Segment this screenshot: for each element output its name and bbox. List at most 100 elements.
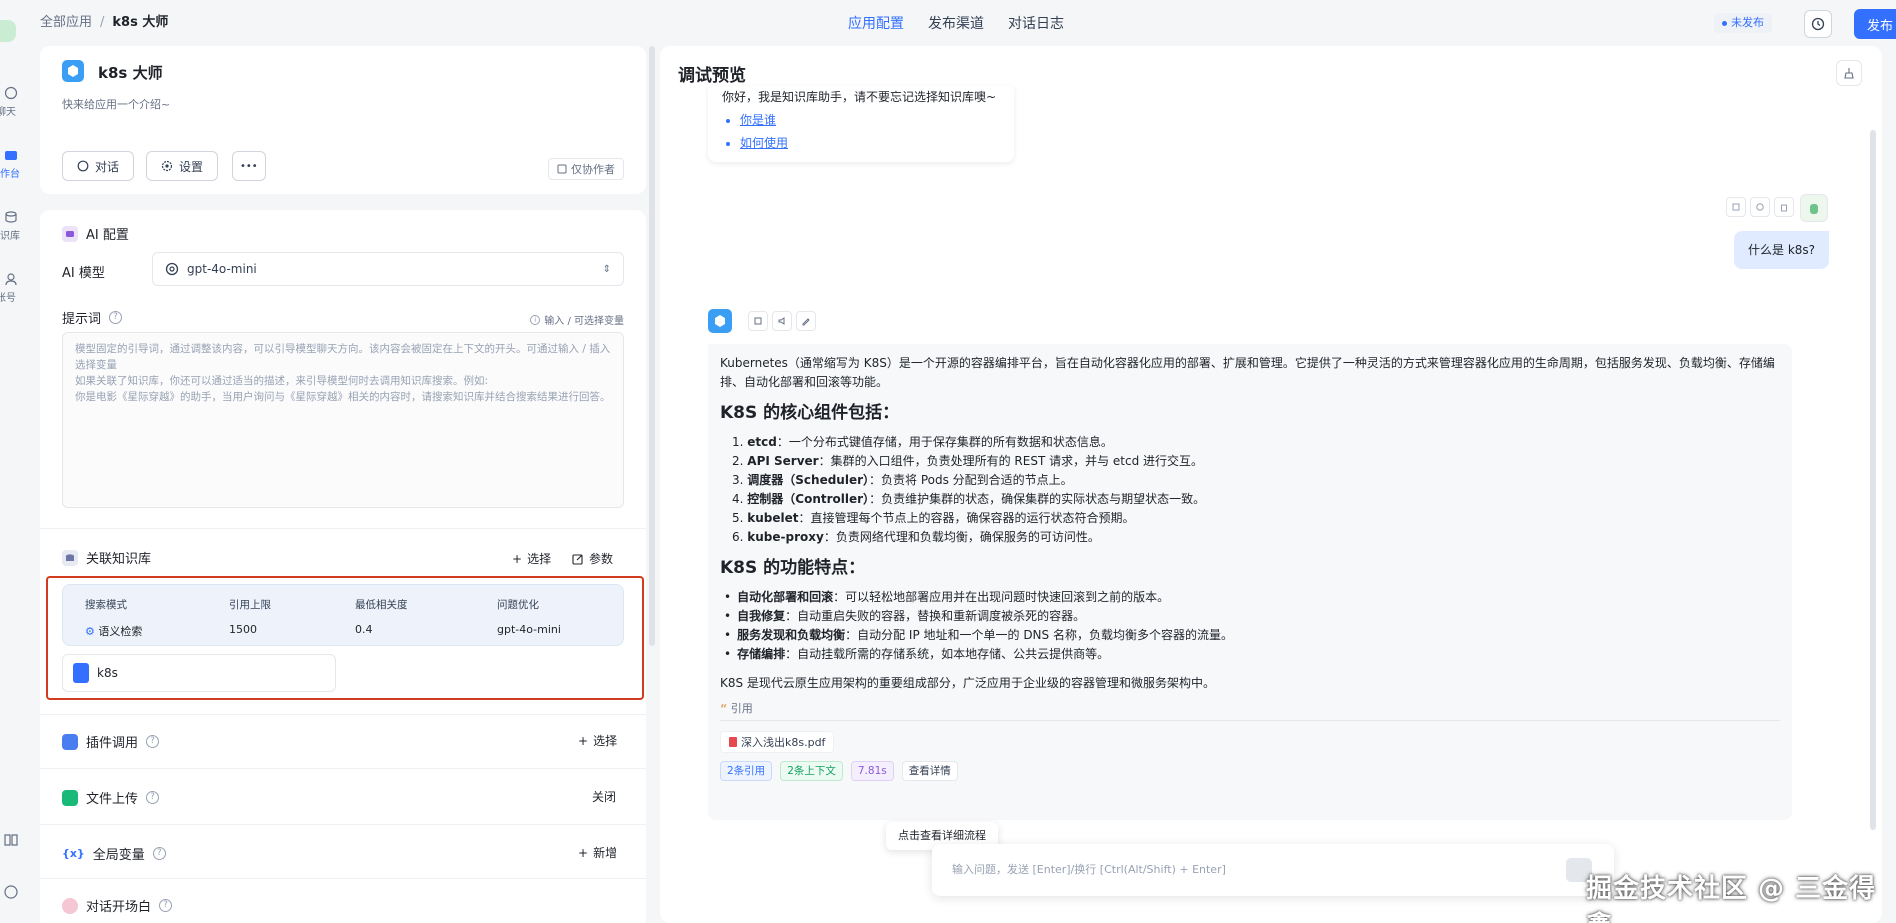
publish-button[interactable]: 发布 — [1854, 9, 1896, 39]
tab-chat-logs[interactable]: 对话日志 — [1008, 13, 1064, 33]
rail-item-knowledge[interactable]: 知识库 — [0, 210, 22, 242]
robot-icon — [5, 151, 17, 160]
welcome-link[interactable]: 你是谁 — [740, 109, 1000, 132]
rail-item-workbench[interactable]: 工作台 — [0, 148, 22, 180]
list-item: 6. kube-proxy：负责网络代理和负载均衡，确保服务的可访问性。 — [732, 528, 1780, 547]
opening-header: 对话开场白 ? — [62, 896, 173, 915]
dataset-item[interactable]: k8s — [62, 654, 336, 692]
citation-header: “ 引用 — [720, 699, 1780, 718]
table-header: 最低相关度 — [355, 599, 408, 611]
list-item: 服务发现和负载均衡：自动分配 IP 地址和一个单一的 DNS 名称，负载均衡多个… — [732, 626, 1780, 645]
broom-icon — [1844, 68, 1854, 79]
delete-icon[interactable] — [1774, 197, 1794, 217]
rail-item-account[interactable]: 账号 — [0, 272, 22, 304]
help-icon[interactable]: ? — [146, 791, 160, 804]
history-button[interactable] — [1804, 10, 1832, 38]
breadcrumb-root[interactable]: 全部应用 — [40, 15, 92, 30]
robot-section-icon — [62, 225, 78, 242]
copy-icon[interactable] — [1726, 197, 1746, 217]
welcome-link[interactable]: 如何使用 — [740, 132, 1000, 155]
edit-icon — [572, 553, 583, 565]
more-button[interactable]: ••• — [232, 151, 266, 181]
github-icon — [4, 885, 18, 899]
list-item: 2. API Server：集群的入口组件，负责处理所有的 REST 请求，并与… — [732, 452, 1780, 471]
user-icon — [5, 273, 17, 286]
duration-tag[interactable]: 7.81s — [850, 761, 894, 781]
variable-hint-text: 输入 / 可选择变量 — [544, 316, 624, 327]
divider — [40, 878, 646, 879]
updown-caret-icon: ⇕ — [602, 263, 611, 275]
welcome-message: 你好，我是知识库助手，请不要忘记选择知识库噢~ 你是谁 如何使用 — [708, 86, 1014, 162]
model-value: gpt-4o-mini — [187, 262, 257, 276]
list-term: 存储编排 — [737, 647, 786, 661]
knowledge-select-button[interactable]: + 选择 — [512, 550, 551, 567]
speaker-icon[interactable] — [772, 311, 792, 331]
app-description[interactable]: 快来给应用一个介绍~ — [62, 96, 170, 112]
ai-config-header: AI 配置 — [62, 224, 129, 243]
list-item: 自我修复：自动重启失败的容器，替换和重新调度被杀死的容器。 — [732, 607, 1780, 626]
chat-input[interactable]: 输入问题，发送 [Enter]/换行 [Ctrl(Alt/Shift) + En… — [932, 844, 1614, 896]
info-icon: i — [530, 314, 541, 325]
citations-tag[interactable]: 2条引用 — [720, 761, 773, 781]
answer-intro: Kubernetes（通常缩写为 K8S）是一个开源的容器编排平台，旨在自动化容… — [720, 356, 1775, 389]
watermark: 掘金技术社区 @ 三金得鑫 — [1586, 874, 1877, 923]
list-term: etcd — [747, 435, 777, 449]
help-icon[interactable]: ? — [109, 311, 123, 324]
plugin-select-button[interactable]: + 选择 — [578, 732, 617, 749]
clear-chat-button[interactable] — [1836, 60, 1862, 86]
search-mode-cell: ⚙ 语义检索 — [85, 623, 142, 639]
citation-file[interactable]: 深入浅出k8s.pdf — [720, 731, 835, 753]
settings-button[interactable]: 设置 — [146, 151, 219, 181]
chat-button[interactable]: 对话 — [62, 151, 135, 181]
preview-panel: 调试预览 你好，我是知识库助手，请不要忘记选择知识库噢~ 你是谁 如何使用 什么… — [660, 46, 1882, 923]
knowledge-params-label: 参数 — [589, 552, 614, 566]
list-desc: ：自动重启失败的容器，替换和重新调度被杀死的容器。 — [785, 609, 1086, 623]
list-item: 存储编排：自动挂载所需的存储系统，如本地存储、公共云提供商等。 — [732, 645, 1780, 664]
rail-item-github[interactable] — [0, 884, 22, 903]
knowledge-params-button[interactable]: 参数 — [572, 550, 613, 567]
ai-config-title: AI 配置 — [86, 228, 129, 243]
list-desc: ：负责网络代理和负载均衡，确保服务的可访问性。 — [823, 530, 1100, 544]
list-term: 调度器（Scheduler） — [747, 473, 870, 487]
quote-icon: “ — [720, 702, 728, 715]
variables-add-button[interactable]: + 新增 — [578, 844, 617, 861]
model-select[interactable]: gpt-4o-mini ⇕ — [152, 252, 624, 286]
config-panel: k8s 大师 快来给应用一个介绍~ 对话 设置 ••• 仅协作者 AI 配置 A… — [40, 46, 646, 923]
gear-icon — [161, 160, 173, 172]
prompt-textarea[interactable]: 模型固定的引导词，通过调整该内容，可以引导模型聊天方向。该内容会被固定在上下文的… — [62, 332, 624, 508]
panel-splitter[interactable] — [649, 46, 655, 646]
prompt-label: 提示词 ? — [62, 308, 123, 327]
edit-icon[interactable] — [796, 311, 816, 331]
help-icon[interactable]: ? — [146, 735, 160, 748]
rail-item-docs[interactable] — [0, 832, 22, 851]
preview-title: 调试预览 — [678, 66, 746, 86]
toolbox-icon — [62, 733, 78, 750]
tab-publish-channels[interactable]: 发布渠道 — [928, 13, 984, 33]
preview-scrollbar[interactable] — [1870, 130, 1876, 830]
app-title: k8s 大师 — [98, 64, 163, 82]
dataset-icon — [73, 663, 89, 683]
table-cell: 0.4 — [355, 623, 373, 636]
left-rail: 聊天 工作台 知识库 账号 — [0, 0, 22, 923]
bot-answer: Kubernetes（通常缩写为 K8S）是一个开源的容器编排平台，旨在自动化容… — [708, 344, 1792, 820]
author-only-tag[interactable]: 仅协作者 — [548, 158, 624, 180]
help-icon[interactable]: ? — [159, 899, 173, 912]
list-item: 5. kubelet：直接管理每个节点上的容器，确保容器的运行状态符合预期。 — [732, 509, 1780, 528]
copy-icon[interactable] — [748, 311, 768, 331]
refresh-icon[interactable] — [1750, 197, 1770, 217]
prompt-label-text: 提示词 — [62, 312, 102, 327]
plugin-select-label: 选择 — [593, 734, 618, 748]
file-upload-toggle[interactable]: 关闭 — [592, 788, 616, 805]
top-bar: 全部应用 / k8s 大师 应用配置 发布渠道 对话日志 未发布 发布 — [22, 0, 1896, 44]
semantic-search-icon: ⚙ — [85, 625, 95, 638]
opening-title: 对话开场白 — [86, 900, 152, 915]
list-desc: ：可以轻松地部署应用并在出现问题时快速回滚到之前的版本。 — [833, 590, 1170, 604]
details-tag[interactable]: 查看详情 — [901, 761, 958, 781]
help-icon[interactable]: ? — [152, 847, 166, 860]
bot-message-tools — [748, 311, 816, 331]
list-term: 服务发现和负载均衡 — [737, 628, 846, 642]
file-icon — [62, 789, 78, 806]
context-tag[interactable]: 2条上下文 — [780, 761, 843, 781]
rail-item-chat[interactable]: 聊天 — [0, 86, 22, 118]
tab-app-config[interactable]: 应用配置 — [848, 13, 904, 33]
